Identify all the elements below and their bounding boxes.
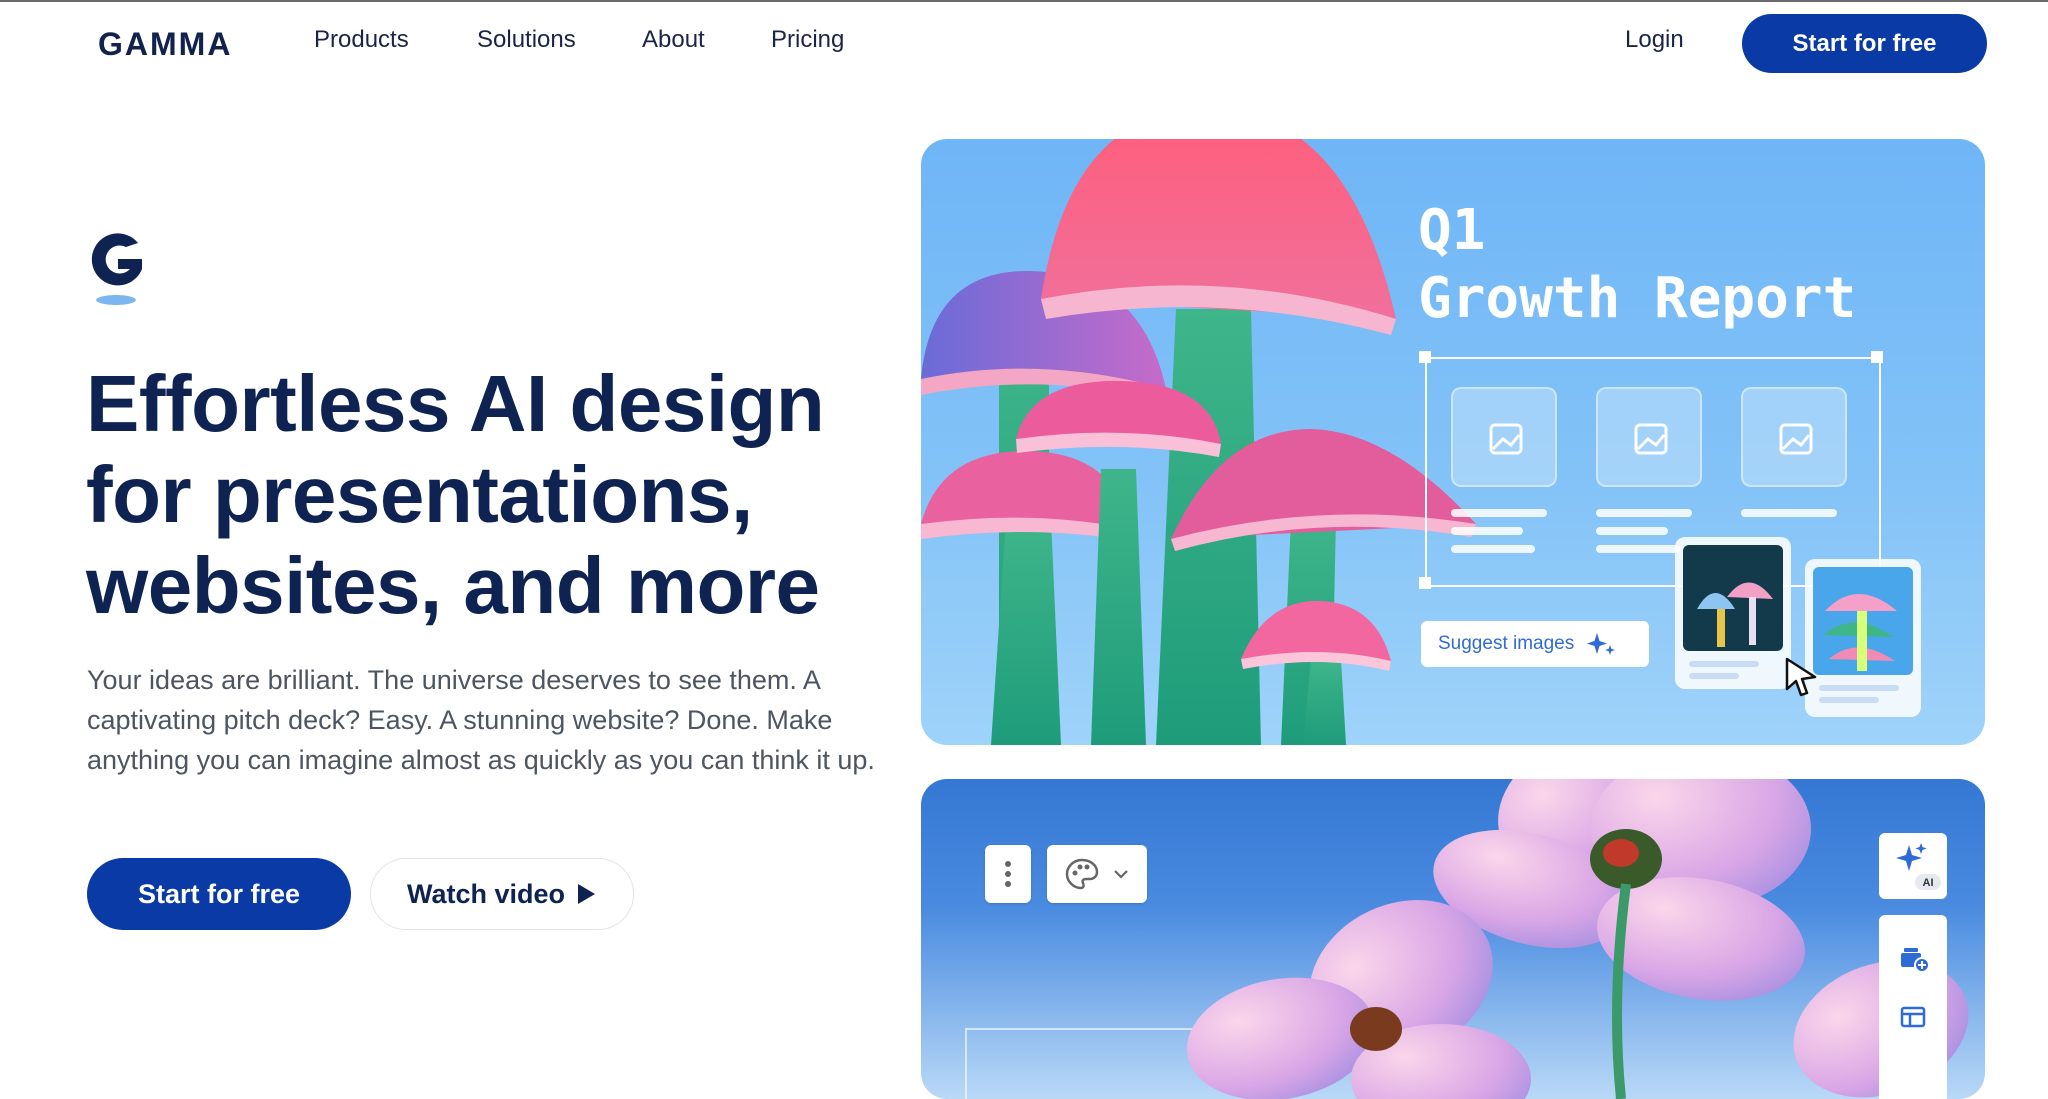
more-options-button[interactable] (985, 845, 1031, 903)
watch-video-label: Watch video (406, 878, 566, 909)
nav-pricing[interactable]: Pricing (771, 26, 844, 54)
layout-icon (1900, 1006, 1926, 1028)
suggested-image-card[interactable] (1805, 559, 1921, 717)
cursor-icon (1785, 657, 1817, 697)
add-card-icon[interactable] (1879, 915, 1947, 1099)
hero-subtitle: Your ideas are brilliant. The universe d… (87, 665, 875, 775)
login-link[interactable]: Login (1625, 26, 1684, 54)
chevron-down-icon (1114, 870, 1128, 879)
gamma-g-mark-icon (91, 233, 142, 305)
text-placeholder-line (1596, 527, 1668, 535)
report-title-line1: Q1 (1418, 198, 1486, 263)
start-for-free-button[interactable]: Start for free (87, 858, 351, 930)
watch-video-button[interactable]: Watch video (370, 858, 634, 930)
flower-illustration (965, 779, 1969, 1099)
palette-icon (1065, 858, 1099, 890)
more-vert-icon (1005, 861, 1011, 887)
mushroom-illustration (921, 139, 1476, 745)
ai-badge: AI (1923, 877, 1934, 889)
text-placeholder-line (1596, 545, 1680, 553)
sparkle-icon (1587, 633, 1616, 655)
image-placeholder[interactable] (1596, 387, 1702, 487)
hero-title: Effortless AI design for presentations, … (86, 359, 825, 630)
image-placeholder[interactable] (1741, 387, 1847, 487)
image-placeholder[interactable] (1451, 387, 1557, 487)
text-placeholder-line (1451, 509, 1547, 517)
text-placeholder-line (1741, 509, 1837, 517)
gamma-logo[interactable]: GAMMA (98, 26, 232, 63)
text-placeholder-line (1596, 509, 1692, 517)
image-placeholder-icon (1779, 423, 1813, 455)
image-placeholder-icon (1634, 423, 1668, 455)
theme-dropdown[interactable] (1047, 845, 1147, 903)
play-icon (578, 884, 596, 904)
suggest-images-label: Suggest images (1438, 633, 1575, 654)
nav-products[interactable]: Products (314, 26, 409, 54)
report-title: Q1 Growth Report (1418, 197, 1856, 333)
side-toolbar (1879, 915, 1947, 1099)
nav-solutions[interactable]: Solutions (477, 26, 576, 54)
selection-handle-tr[interactable] (1871, 351, 1883, 363)
report-title-line2: Growth Report (1418, 266, 1857, 331)
suggested-image-card[interactable] (1675, 537, 1791, 689)
suggest-images-button[interactable]: Suggest images (1421, 621, 1649, 667)
image-placeholder-icon (1489, 423, 1523, 455)
text-placeholder-line (1451, 545, 1535, 553)
suggested-image-thumb (1683, 545, 1783, 679)
selection-handle-tl[interactable] (1419, 351, 1431, 363)
text-placeholder-line (1451, 527, 1523, 535)
growth-report-card: Q1 Growth Report Suggest images (921, 139, 1985, 745)
nav-about[interactable]: About (642, 26, 705, 54)
ai-sparkle-icon: AI (1896, 843, 1941, 890)
ai-assistant-button[interactable]: AI (1879, 833, 1947, 899)
top-border (0, 0, 2048, 2)
ai-editor-card: AI (921, 779, 1985, 1099)
selection-handle-bl[interactable] (1419, 577, 1431, 589)
suggested-image-thumb (1813, 567, 1913, 703)
start-for-free-nav-button[interactable]: Start for free (1742, 14, 1987, 73)
